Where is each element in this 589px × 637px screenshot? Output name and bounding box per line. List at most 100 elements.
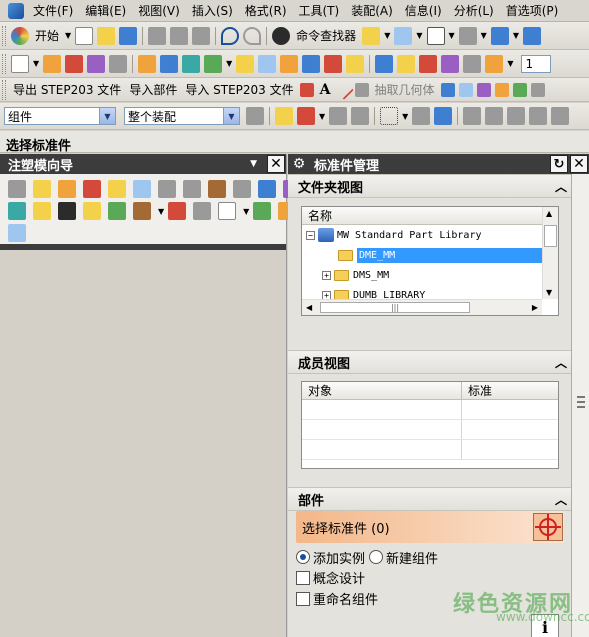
reference-set-icon[interactable] [346, 54, 365, 73]
close-icon[interactable]: ✕ [570, 155, 588, 173]
ejector-icon[interactable] [233, 180, 251, 198]
trim-dropdown-icon[interactable]: ▼ [158, 207, 164, 216]
menu-assembly[interactable]: 装配(A) [346, 2, 400, 19]
column-header-standard[interactable]: 标准 [462, 382, 492, 399]
point-icon[interactable] [354, 82, 369, 97]
layout-dropdown-icon[interactable]: ▼ [449, 31, 455, 40]
concept-design-checkbox[interactable] [296, 570, 310, 585]
undo-icon[interactable] [221, 26, 240, 45]
revolve-icon[interactable] [65, 54, 84, 73]
folder-tree[interactable]: 名称 − MW Standard Part Library DME_MM + D… [301, 206, 559, 316]
panel-menu-icon[interactable]: ▼ [250, 159, 257, 169]
chevron-up-icon[interactable]: ︿ [551, 178, 571, 195]
selection-scope-combo[interactable]: 整个装配 ▼ [124, 107, 240, 125]
trim-mold-icon[interactable] [133, 202, 151, 220]
assembly-filter-icon[interactable] [246, 107, 264, 125]
save-icon[interactable] [119, 26, 138, 45]
menu-view[interactable]: 视图(V) [133, 2, 187, 19]
menu-tools[interactable]: 工具(T) [294, 2, 347, 19]
parts-header[interactable]: 部件 ︿ [288, 487, 571, 511]
menu-file[interactable]: 文件(F) [28, 2, 80, 19]
menu-info[interactable]: 信息(I) [400, 2, 449, 19]
column-header-name[interactable]: 名称 [302, 207, 558, 225]
chevron-up-icon[interactable]: ︿ [551, 491, 571, 508]
menu-preferences[interactable]: 首选项(P) [501, 2, 566, 19]
mold-csys-icon[interactable] [33, 180, 51, 198]
close-icon[interactable]: ✕ [267, 155, 285, 173]
rename-component-checkbox[interactable] [296, 591, 310, 606]
mirror-icon[interactable] [258, 54, 277, 73]
block-icon[interactable] [375, 54, 394, 73]
constraint-icon[interactable] [182, 54, 201, 73]
drawing-dropdown-icon[interactable]: ▼ [243, 207, 249, 216]
list-item[interactable] [302, 420, 558, 440]
select-target-button[interactable] [533, 513, 563, 541]
trim-icon[interactable] [463, 54, 482, 73]
electrode-icon[interactable] [108, 202, 126, 220]
column-header-object[interactable]: 对象 [302, 382, 462, 399]
chevron-up-icon[interactable]: ︿ [551, 354, 571, 371]
wave-link-icon[interactable] [280, 54, 299, 73]
horizontal-scrollbar[interactable]: ◀ ||| ▶ [302, 299, 542, 315]
scroll-thumb[interactable] [544, 225, 557, 247]
selection-icon[interactable] [394, 26, 413, 45]
component-icon[interactable] [160, 54, 179, 73]
sub-insert-icon[interactable] [8, 202, 26, 220]
view-manager-icon[interactable] [253, 202, 272, 220]
list-item[interactable] [302, 400, 558, 420]
vertical-scrollbar[interactable]: ▲ ▼ [542, 207, 558, 299]
scroll-left-icon[interactable]: ◀ [306, 303, 312, 312]
scroll-down-icon[interactable]: ▼ [546, 288, 552, 297]
sketch-dropdown-icon[interactable]: ▼ [33, 59, 39, 68]
export-step-button[interactable]: 导出 STEP203 文件 [9, 81, 125, 98]
solid-icon[interactable] [434, 107, 453, 125]
add-instance-label[interactable]: 添加实例 [313, 548, 365, 567]
concept-design-label[interactable]: 概念设计 [313, 568, 365, 587]
extrude-icon[interactable] [43, 54, 62, 73]
workpiece-icon[interactable] [83, 180, 101, 198]
shrinkage-icon[interactable] [58, 180, 76, 198]
menu-analysis[interactable]: 分析(L) [449, 2, 501, 19]
app-icon[interactable] [8, 2, 24, 19]
snap-endpoint-icon[interactable] [463, 107, 482, 125]
snap-intersect-icon[interactable] [551, 107, 570, 125]
add-instance-radio[interactable] [296, 550, 310, 564]
tree-row[interactable]: DME_MM [302, 245, 558, 265]
view-orient-icon[interactable] [522, 26, 541, 45]
start-button[interactable]: 开始 [31, 27, 63, 44]
member-list[interactable]: 对象 标准 [301, 381, 559, 469]
render-dropdown-icon[interactable]: ▼ [481, 31, 487, 40]
runner-icon[interactable] [58, 202, 76, 220]
paste-icon[interactable] [192, 26, 211, 45]
import-step-button[interactable]: 导入 STEP203 文件 [181, 81, 297, 98]
tree-row[interactable]: + DMS_MM [302, 265, 558, 285]
sequence-icon[interactable] [324, 54, 343, 73]
snap-midpoint-icon[interactable] [485, 107, 504, 125]
move-component-icon[interactable] [204, 54, 223, 73]
toolbar-grip[interactable] [2, 79, 6, 100]
panel-scrollbar[interactable] [571, 174, 589, 637]
navigator-dropdown-icon[interactable]: ▼ [384, 31, 390, 40]
menu-format[interactable]: 格式(R) [240, 2, 294, 19]
tree-row[interactable]: − MW Standard Part Library [302, 225, 558, 245]
sketch-icon[interactable] [11, 54, 29, 73]
text-icon[interactable]: A [316, 82, 335, 98]
explode-icon[interactable] [302, 54, 321, 73]
patch-icon[interactable] [512, 82, 527, 97]
document-icon[interactable] [8, 224, 26, 242]
point-dropdown-icon[interactable]: ▼ [319, 112, 325, 121]
menu-insert[interactable]: 插入(S) [187, 2, 240, 19]
snap-point-icon[interactable] [275, 107, 293, 125]
bom-icon[interactable] [193, 202, 212, 220]
curve-select-icon[interactable] [351, 107, 370, 125]
import-part-button[interactable]: 导入部件 [125, 81, 181, 98]
sphere-icon[interactable] [441, 54, 460, 73]
render-style-icon[interactable] [458, 26, 477, 45]
cooling-icon[interactable] [83, 202, 101, 220]
layout-icon[interactable] [426, 26, 445, 45]
cylinder-icon[interactable] [397, 54, 416, 73]
member-view-header[interactable]: 成员视图 ︿ [288, 350, 571, 374]
snap-tangent-icon[interactable] [529, 107, 548, 125]
reset-icon[interactable]: ↻ [550, 155, 568, 173]
scroll-thumb[interactable]: ||| [320, 302, 470, 313]
